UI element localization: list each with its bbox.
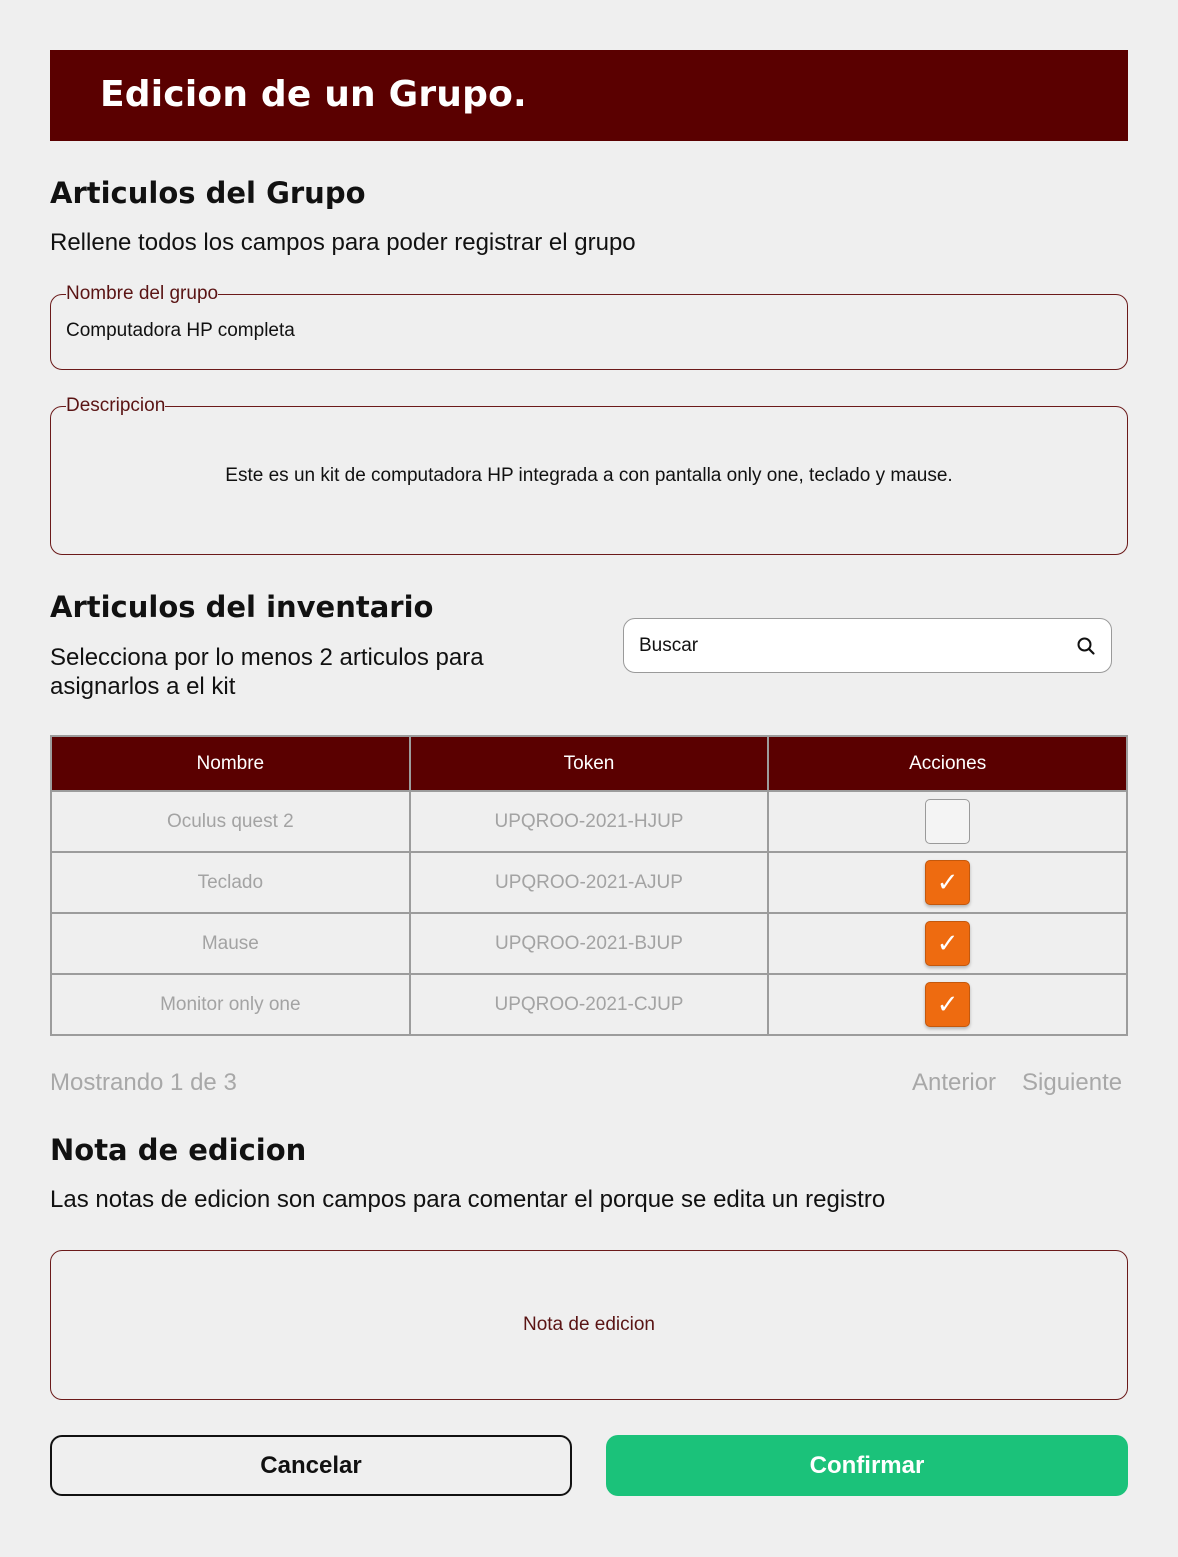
check-icon: ✓ [936, 867, 959, 897]
item-actions: ✓ [767, 973, 1128, 1036]
pagination-next-button[interactable]: Siguiente [1022, 1069, 1122, 1097]
group-name-field[interactable]: Nombre del grupo Computadora HP completa [50, 283, 1128, 370]
group-section-subtitle: Rellene todos los campos para poder regi… [50, 229, 636, 256]
item-name: Mause [50, 912, 411, 975]
item-token: UPQROO-2021-BJUP [408, 912, 770, 975]
description-label: Descripcion [66, 395, 166, 416]
edit-note-textarea[interactable]: Nota de edicion [50, 1250, 1128, 1400]
table-row: Oculus quest 2 UPQROO-2021-HJUP [50, 790, 1128, 853]
item-actions [767, 790, 1128, 853]
search-icon[interactable] [1075, 635, 1097, 657]
item-checkbox[interactable] [925, 799, 971, 844]
item-name: Oculus quest 2 [50, 790, 411, 853]
pagination-info: Mostrando 1 de 3 [50, 1069, 237, 1096]
item-token: UPQROO-2021-CJUP [408, 973, 770, 1036]
item-checkbox[interactable]: ✓ [925, 860, 971, 905]
edit-note-subtitle: Las notas de edicion son campos para com… [50, 1186, 886, 1213]
search-box[interactable] [623, 618, 1112, 673]
group-name-value[interactable]: Computadora HP completa [66, 320, 1112, 342]
item-checkbox[interactable]: ✓ [925, 921, 971, 966]
table-header-row: Nombre Token Acciones [50, 735, 1128, 792]
inventory-table: Nombre Token Acciones Oculus quest 2 UPQ… [50, 735, 1128, 1036]
page-header: Edicion de un Grupo. [50, 50, 1128, 141]
column-header-token: Token [408, 735, 770, 792]
item-token: UPQROO-2021-HJUP [408, 790, 770, 853]
item-checkbox[interactable]: ✓ [925, 982, 971, 1027]
table-row: Monitor only one UPQROO-2021-CJUP ✓ [50, 973, 1128, 1036]
inventory-subtitle-line2: asignarlos a el kit [50, 673, 236, 700]
item-token: UPQROO-2021-AJUP [408, 851, 770, 914]
inventory-subtitle-line1: Selecciona por lo menos 2 articulos para [50, 644, 484, 671]
pagination-prev-button[interactable]: Anterior [912, 1069, 996, 1097]
group-section-title: Articulos del Grupo [50, 176, 366, 210]
group-name-label: Nombre del grupo [66, 283, 219, 304]
check-icon: ✓ [936, 928, 959, 958]
item-actions: ✓ [767, 851, 1128, 914]
item-name: Monitor only one [50, 973, 411, 1036]
inventory-section-title: Articulos del inventario [50, 590, 434, 624]
table-row: Mause UPQROO-2021-BJUP ✓ [50, 912, 1128, 975]
description-field[interactable]: Descripcion Este es un kit de computador… [50, 395, 1128, 555]
item-name: Teclado [50, 851, 411, 914]
confirm-button[interactable]: Confirmar [606, 1435, 1128, 1496]
cancel-button[interactable]: Cancelar [50, 1435, 572, 1496]
description-value[interactable]: Este es un kit de computadora HP integra… [66, 465, 1112, 487]
search-input[interactable] [639, 619, 1059, 672]
item-actions: ✓ [767, 912, 1128, 975]
check-icon: ✓ [936, 989, 959, 1019]
inventory-section-subtitle: Selecciona por lo menos 2 articulos para… [50, 643, 484, 701]
column-header-nombre: Nombre [50, 735, 411, 792]
column-header-acciones: Acciones [767, 735, 1128, 792]
table-row: Teclado UPQROO-2021-AJUP ✓ [50, 851, 1128, 914]
page-title: Edicion de un Grupo. [100, 74, 527, 115]
edit-note-title: Nota de edicion [50, 1133, 307, 1167]
edit-note-placeholder: Nota de edicion [522, 1314, 656, 1335]
